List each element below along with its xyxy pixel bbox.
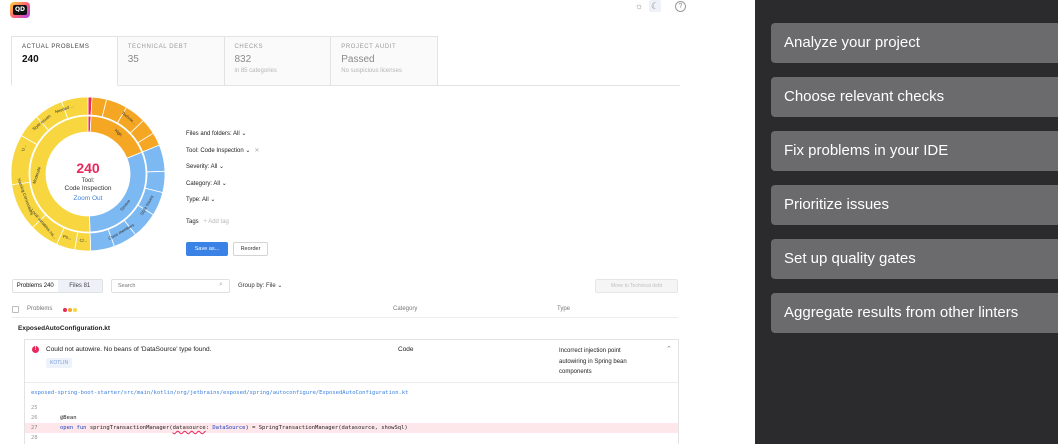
sunburst-tool-name: Code Inspection	[64, 185, 112, 192]
select-all-checkbox[interactable]	[12, 306, 19, 313]
column-category[interactable]: Category	[393, 306, 417, 312]
line-number: 26	[31, 415, 38, 421]
header-icons: ☼ ☾ ?	[633, 0, 686, 12]
filter-severity[interactable]: Severity: All ⌄	[186, 163, 259, 180]
qodana-report-panel: QD ☼ ☾ ? ACTUAL PROBLEMS 240 TECHNICAL D…	[0, 0, 755, 444]
analyze-project-button[interactable]: Analyze your project	[771, 23, 1058, 63]
tags-row: Tags + Add tag	[186, 219, 229, 225]
fix-problems-button[interactable]: Fix problems in your IDE	[771, 131, 1058, 171]
tab-title: PROJECT AUDIT	[341, 44, 397, 50]
search-input[interactable]	[111, 279, 230, 293]
tab-technical-debt[interactable]: TECHNICAL DEBT 35	[117, 36, 225, 86]
files-view-count: 81	[83, 283, 91, 289]
line-code: @Bean	[60, 415, 77, 421]
filter-files[interactable]: Files and folders: All ⌄	[186, 130, 259, 147]
sunburst-tool-label: Tool:	[81, 178, 95, 184]
group-by-label: Group by: File	[238, 283, 276, 289]
tags-label: Tags	[186, 219, 199, 225]
problems-view-label: Problems	[16, 283, 43, 289]
filter-list: Files and folders: All ⌄ Tool: Code Insp…	[186, 130, 259, 213]
file-group-name[interactable]: ExposedAutoConfiguration.kt	[18, 325, 110, 332]
tab-title: TECHNICAL DEBT	[127, 44, 188, 50]
chevron-down-icon: ⌄	[221, 180, 227, 187]
problem-category: Code	[398, 346, 414, 353]
tab-project-audit[interactable]: PROJECT AUDIT Passed No suspicious licen…	[331, 36, 438, 86]
code-line: 28	[25, 433, 678, 443]
code-line: 26 @Bean	[25, 413, 678, 423]
column-type[interactable]: Type	[557, 306, 570, 312]
save-as-button[interactable]: Save as...	[186, 242, 228, 256]
sun-icon[interactable]: ☼	[633, 0, 645, 12]
filter-type-label: Type: All	[186, 197, 209, 203]
report-tabs: ACTUAL PROBLEMS 240 TECHNICAL DEBT 35 CH…	[11, 36, 438, 86]
tab-subtitle: in 85 categories	[234, 68, 277, 74]
severity-dot-orange	[68, 308, 72, 312]
chevron-up-icon[interactable]: ⌃	[666, 345, 672, 353]
filter-category-label: Category: All	[186, 180, 221, 187]
group-by-dropdown[interactable]: Group by: File ⌄	[238, 282, 282, 289]
tab-value: 35	[127, 54, 139, 65]
view-switch: Problems 240 Files 81	[12, 279, 103, 293]
problems-view-count: 240	[43, 283, 54, 289]
column-problems[interactable]: Problems	[27, 306, 52, 312]
tab-actual-problems[interactable]: ACTUAL PROBLEMS 240	[11, 36, 118, 86]
help-icon[interactable]: ?	[675, 0, 686, 12]
sunburst-center: 240 Tool: Code Inspection Zoom Out	[10, 96, 166, 252]
table-header-divider	[12, 317, 678, 318]
filter-category[interactable]: Category: All ⌄	[186, 180, 259, 197]
line-number: 27	[31, 425, 38, 431]
files-view-label: Files	[69, 283, 82, 289]
filter-tool[interactable]: Tool: Code Inspection ⌄ ✕	[186, 147, 259, 164]
filter-type[interactable]: Type: All ⌄	[186, 196, 259, 213]
severity-dots	[63, 308, 77, 312]
code-line-highlighted: 27 open fun springTransactionManager(dat…	[25, 423, 678, 433]
filter-files-label: Files and folders: All	[186, 131, 240, 137]
tab-value: Passed	[341, 54, 375, 65]
line-number: 28	[31, 435, 38, 441]
tab-title: CHECKS	[234, 44, 264, 50]
tab-subtitle: No suspicious licenses	[341, 68, 402, 74]
tab-value: 832	[234, 54, 252, 65]
choose-checks-button[interactable]: Choose relevant checks	[771, 77, 1058, 117]
table-header: Problems Category Type	[12, 303, 678, 317]
chevron-down-icon: ⌄	[245, 147, 251, 154]
reorder-button[interactable]: Reorder	[233, 242, 268, 256]
problem-card[interactable]: ! Could not autowire. No beans of 'DataS…	[24, 339, 679, 444]
search-icon: ⌕	[219, 281, 223, 288]
zoom-out-link[interactable]: Zoom Out	[10, 195, 166, 202]
problem-message: Could not autowire. No beans of 'DataSou…	[46, 346, 212, 353]
moon-icon[interactable]: ☾	[649, 0, 661, 12]
problem-type: Incorrect injection point autowiring in …	[559, 348, 627, 375]
chevron-down-icon: ⌄	[277, 283, 283, 289]
severity-dot-red	[63, 308, 67, 312]
filter-tool-label: Tool: Code Inspection	[186, 147, 244, 154]
line-number: 25	[31, 405, 38, 411]
chevron-down-icon: ⌄	[241, 131, 247, 137]
aggregate-results-button[interactable]: Aggregate results from other linters	[771, 293, 1058, 333]
tab-title: ACTUAL PROBLEMS	[22, 44, 90, 50]
tab-value: 240	[22, 54, 39, 65]
files-view-button[interactable]: Files 81	[57, 280, 102, 292]
quality-gates-button[interactable]: Set up quality gates	[771, 239, 1058, 279]
source-file-path[interactable]: exposed-spring-boot-starter/src/main/kot…	[31, 390, 409, 396]
sunburst-count: 240	[76, 160, 100, 176]
language-tag: KOTLIN	[46, 358, 73, 368]
logo-text: QD	[13, 5, 27, 15]
chevron-down-icon: ⌄	[210, 197, 216, 203]
filter-severity-label: Severity: All	[186, 164, 218, 170]
clear-filter-icon[interactable]: ✕	[254, 148, 259, 154]
code-divider	[25, 382, 678, 383]
prioritize-issues-button[interactable]: Prioritize issues	[771, 185, 1058, 225]
severity-dot-yellow	[73, 308, 77, 312]
problems-view-button[interactable]: Problems 240	[13, 280, 58, 292]
add-tag-link[interactable]: + Add tag	[203, 219, 229, 225]
qodana-logo[interactable]: QD	[10, 2, 30, 18]
tab-checks[interactable]: CHECKS 832 in 85 categories	[224, 36, 332, 86]
tabs-divider	[438, 85, 680, 86]
line-code: open fun springTransactionManager(dataso…	[60, 425, 408, 431]
error-icon: !	[32, 346, 39, 353]
chevron-down-icon: ⌄	[219, 164, 225, 170]
code-line: 25	[25, 403, 678, 413]
move-to-technical-debt-button[interactable]: Move to Technical debt	[595, 279, 678, 293]
